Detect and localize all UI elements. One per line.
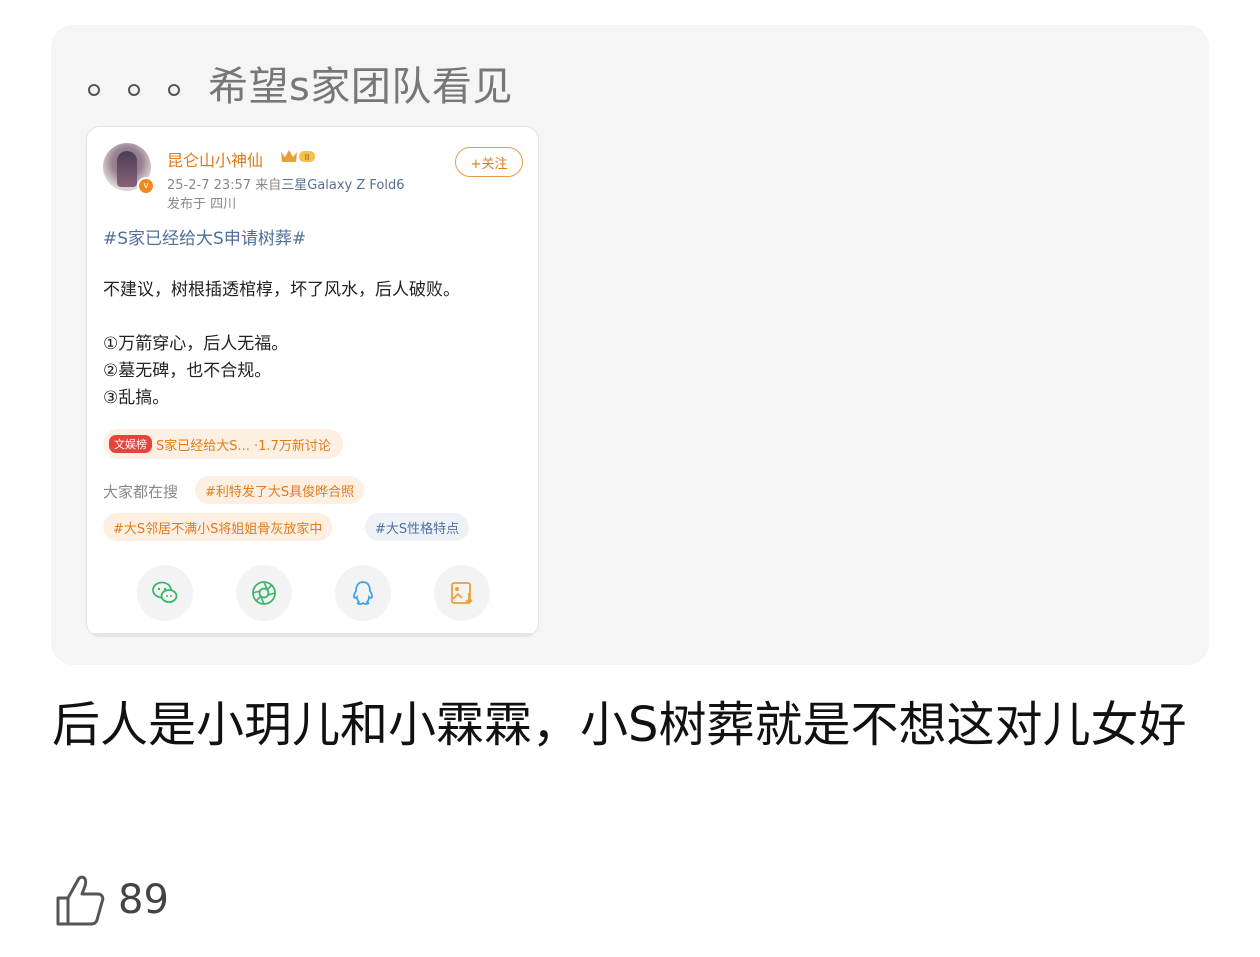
hot-topic-pill[interactable]: 文娱榜 S家已经给大S... ·1.7万新讨论 xyxy=(103,429,343,459)
post-body: 不建议，树根插透棺椁，坏了风水，后人破败。 ①万箭穿心，后人无福。 ②墓无碑，也… xyxy=(103,277,460,412)
qq-icon xyxy=(353,581,373,605)
search-tag[interactable]: #大S性格特点 xyxy=(365,513,470,541)
like-button[interactable]: 89 xyxy=(54,872,169,928)
level-text: II xyxy=(305,153,310,162)
moments-share-button[interactable] xyxy=(236,565,292,621)
comment-text: 后人是小玥儿和小霖霖，小S树葬就是不想这对儿女好 xyxy=(52,697,1187,753)
dot xyxy=(168,84,180,96)
post-timestamp: 25-2-7 23:57 xyxy=(167,178,252,193)
save-image-icon xyxy=(451,582,473,605)
ellipsis-dots xyxy=(88,84,180,96)
post-device[interactable]: 三星Galaxy Z Fold6 xyxy=(281,178,404,193)
moments-icon xyxy=(252,581,276,605)
post-line: ③乱搞。 xyxy=(103,388,170,408)
thumbs-up-icon xyxy=(56,875,105,926)
wechat-share-button[interactable] xyxy=(137,565,193,621)
dot xyxy=(88,84,100,96)
card-bottom-border xyxy=(87,633,538,636)
like-count: 89 xyxy=(118,877,169,923)
post-line: ②墓无碑，也不合规。 xyxy=(103,361,272,381)
trending-search-label: 大家都在搜 xyxy=(103,483,179,501)
crown-level-icon: II xyxy=(281,150,315,162)
quote-text: 希望s家团队看见 xyxy=(208,64,513,110)
avatar-figure xyxy=(117,151,137,187)
post-hashtag[interactable]: #S家已经给大S申请树葬# xyxy=(103,224,306,249)
verified-badge-icon: v xyxy=(137,177,155,195)
dot xyxy=(128,84,140,96)
post-meta: 25-2-7 23:57 来自三星Galaxy Z Fold6 xyxy=(167,174,405,193)
post-username[interactable]: 昆仑山小神仙 xyxy=(167,147,263,171)
post-line: ①万箭穿心，后人无福。 xyxy=(103,334,289,354)
follow-button[interactable]: +关注 xyxy=(455,147,523,177)
wechat-icon xyxy=(152,581,178,603)
source-prefix: 来自 xyxy=(255,178,282,193)
save-image-button[interactable] xyxy=(434,565,490,621)
post-line: 不建议，树根插透棺椁，坏了风水，后人破败。 xyxy=(103,280,460,300)
quote-line: 希望s家团队看见 xyxy=(88,58,513,110)
weibo-post-card[interactable]: v 昆仑山小神仙 II 25-2-7 23:57 来自三星Galaxy Z Fo… xyxy=(86,126,539,637)
search-tag[interactable]: #利特发了大S具俊晔合照 xyxy=(195,476,365,504)
post-location: 发布于 四川 xyxy=(167,197,237,212)
qq-share-button[interactable] xyxy=(335,565,391,621)
hot-list-tag: 文娱榜 xyxy=(109,435,152,453)
search-tag[interactable]: #大S邻居不满小S将姐姐骨灰放家中 xyxy=(103,513,333,541)
hot-topic-text: S家已经给大S... ·1.7万新讨论 xyxy=(156,438,331,454)
